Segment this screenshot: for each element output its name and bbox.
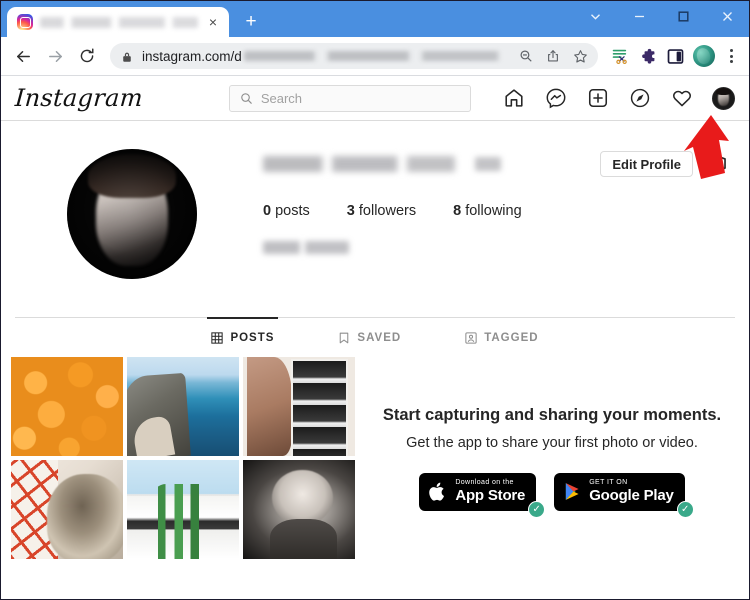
google-play-badge[interactable]: GET IT ON Google Play ✓ bbox=[554, 472, 694, 518]
check-icon: ✓ bbox=[528, 500, 546, 518]
promo-subheading: Get the app to share your first photo or… bbox=[406, 434, 698, 451]
messenger-icon[interactable] bbox=[544, 87, 567, 110]
apple-icon bbox=[429, 482, 445, 501]
post-dog[interactable] bbox=[11, 460, 123, 559]
tab-tagged-label: TAGGED bbox=[484, 332, 539, 344]
edit-profile-button[interactable]: Edit Profile bbox=[600, 151, 693, 177]
reload-icon[interactable] bbox=[72, 41, 102, 71]
tab-title-redacted bbox=[40, 16, 198, 28]
activity-heart-icon[interactable] bbox=[670, 87, 693, 110]
browser-tab-instagram[interactable]: × bbox=[7, 7, 229, 37]
tab-posts-label: POSTS bbox=[230, 332, 275, 344]
close-button[interactable] bbox=[705, 1, 749, 31]
username-suffix-redacted bbox=[475, 157, 501, 171]
lock-icon bbox=[121, 50, 134, 63]
close-icon[interactable]: × bbox=[205, 14, 221, 30]
instagram-header: Instagram Search bbox=[1, 76, 749, 121]
post-oranges[interactable] bbox=[11, 357, 123, 456]
instagram-favicon bbox=[17, 14, 33, 30]
new-post-icon[interactable] bbox=[586, 87, 609, 110]
check-icon: ✓ bbox=[676, 500, 694, 518]
extensions-puzzle-icon[interactable] bbox=[634, 43, 660, 69]
zoom-out-icon[interactable] bbox=[514, 44, 538, 68]
browser-toolbar: instagram.com/d bbox=[1, 37, 749, 76]
profile-stats: 0 posts 3 followers 8 following bbox=[263, 203, 729, 219]
shirt-logo bbox=[307, 531, 328, 552]
maximize-button[interactable] bbox=[661, 1, 705, 31]
new-tab-button[interactable]: + bbox=[237, 7, 265, 35]
search-icon bbox=[241, 92, 252, 104]
bookmark-star-icon[interactable] bbox=[568, 44, 592, 68]
clipboard-extension-icon[interactable] bbox=[606, 43, 632, 69]
instagram-logo[interactable]: Instagram bbox=[14, 84, 144, 112]
stat-followers[interactable]: 3 followers bbox=[347, 203, 416, 219]
posts-grid bbox=[1, 357, 355, 559]
search-input[interactable]: Search bbox=[228, 84, 471, 112]
app-store-main: App Store bbox=[455, 487, 526, 505]
omnibox-icons bbox=[514, 44, 592, 68]
promo-heading: Start capturing and sharing your moments… bbox=[382, 405, 722, 424]
profile-photo[interactable] bbox=[67, 149, 197, 279]
gear-icon[interactable] bbox=[707, 153, 729, 175]
side-panel-icon[interactable] bbox=[662, 43, 688, 69]
tab-search-button[interactable] bbox=[573, 1, 617, 31]
browser-window: × + instagram.com/d Instagram Search Edi… bbox=[0, 0, 750, 600]
tab-saved-label: SAVED bbox=[357, 332, 402, 344]
address-bar[interactable]: instagram.com/d bbox=[110, 43, 598, 69]
app-promo: Start capturing and sharing your moments… bbox=[355, 357, 749, 559]
instagram-nav bbox=[502, 86, 735, 110]
browser-profile-avatar[interactable] bbox=[693, 45, 715, 67]
profile-tabs: POSTS SAVED TAGGED bbox=[15, 317, 735, 357]
url-text: instagram.com/d bbox=[142, 48, 242, 64]
profile-avatar[interactable] bbox=[712, 86, 735, 110]
bookmark-icon bbox=[340, 332, 349, 344]
back-arrow-icon[interactable] bbox=[8, 41, 38, 71]
google-play-main: Google Play bbox=[589, 487, 674, 505]
profile-info: Edit Profile 0 posts 3 followers 8 follo… bbox=[263, 149, 749, 279]
profile-photo-wrap bbox=[1, 149, 263, 279]
posts-and-promo: Start capturing and sharing your moments… bbox=[1, 357, 749, 559]
title-bar: × + bbox=[1, 1, 749, 37]
post-photobooth[interactable] bbox=[243, 357, 355, 456]
tab-strip: × + bbox=[1, 1, 265, 37]
search-placeholder: Search bbox=[260, 90, 303, 106]
stat-following[interactable]: 8 following bbox=[453, 203, 522, 219]
store-badges: Download on the App Store ✓ GET IT ON Go… bbox=[419, 472, 694, 518]
chrome-menu-icon[interactable] bbox=[720, 43, 742, 69]
grid-icon bbox=[211, 332, 224, 344]
tab-tagged[interactable]: TAGGED bbox=[461, 318, 542, 358]
post-coastline[interactable] bbox=[127, 357, 239, 456]
app-store-sub: Download on the bbox=[455, 479, 514, 487]
app-store-badge[interactable]: Download on the App Store ✓ bbox=[419, 472, 546, 518]
google-play-sub: GET IT ON bbox=[589, 479, 628, 487]
full-name-redacted bbox=[263, 241, 349, 254]
post-cactus[interactable] bbox=[127, 460, 239, 559]
window-controls bbox=[573, 1, 749, 31]
share-icon[interactable] bbox=[541, 44, 565, 68]
profile-username-row: Edit Profile bbox=[263, 149, 729, 179]
google-play-icon bbox=[566, 483, 579, 500]
explore-compass-icon[interactable] bbox=[628, 87, 651, 110]
profile-header: Edit Profile 0 posts 3 followers 8 follo… bbox=[1, 121, 749, 279]
home-icon[interactable] bbox=[502, 87, 525, 110]
url-display: instagram.com/d bbox=[142, 46, 506, 66]
url-redacted bbox=[243, 51, 506, 61]
tab-posts[interactable]: POSTS bbox=[207, 317, 279, 358]
instagram-profile-page: Edit Profile 0 posts 3 followers 8 follo… bbox=[1, 121, 749, 599]
minimize-button[interactable] bbox=[617, 1, 661, 31]
stat-posts: 0 posts bbox=[263, 203, 310, 219]
tagged-person-icon bbox=[465, 332, 477, 344]
forward-arrow-icon[interactable] bbox=[40, 41, 70, 71]
tab-saved[interactable]: SAVED bbox=[334, 318, 405, 358]
username-redacted bbox=[263, 156, 455, 172]
post-baby[interactable] bbox=[243, 460, 355, 559]
